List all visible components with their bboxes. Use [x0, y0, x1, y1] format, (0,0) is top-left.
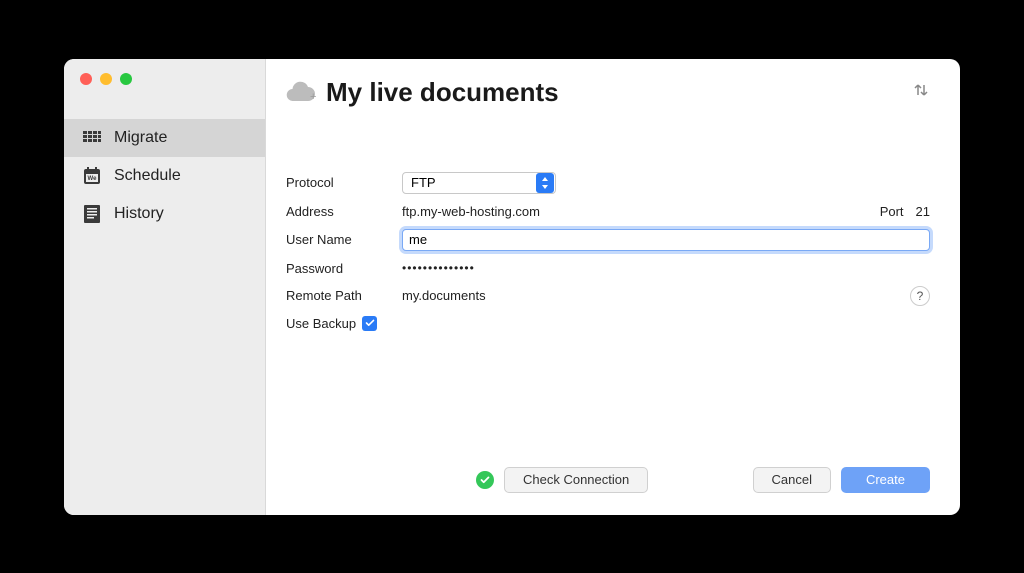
remote-path-row: Remote Path my.documents ? — [286, 286, 930, 306]
username-row: User Name — [286, 229, 930, 251]
protocol-value: FTP — [403, 175, 535, 190]
svg-text:+: + — [310, 91, 316, 101]
close-window-button[interactable] — [80, 73, 92, 85]
sidebar-item-schedule[interactable]: We Schedule — [64, 157, 265, 195]
list-icon — [82, 205, 102, 223]
page-title: My live documents — [326, 77, 902, 108]
use-backup-row: Use Backup — [286, 316, 930, 331]
address-row: Address ftp.my-web-hosting.com Port 21 — [286, 204, 930, 219]
window-controls — [64, 73, 265, 119]
protocol-row: Protocol FTP — [286, 172, 930, 194]
password-row: Password •••••••••••••• — [286, 261, 930, 276]
address-label: Address — [286, 204, 402, 219]
password-label: Password — [286, 261, 402, 276]
grid-icon — [82, 129, 102, 147]
username-input[interactable] — [402, 229, 930, 251]
status-ok-icon — [476, 471, 494, 489]
create-button[interactable]: Create — [841, 467, 930, 493]
protocol-select[interactable]: FTP — [402, 172, 556, 194]
transfer-icon[interactable] — [912, 81, 930, 104]
port-value[interactable]: 21 — [916, 204, 930, 219]
header: + My live documents — [286, 77, 930, 108]
sidebar-item-label: History — [114, 205, 164, 223]
minimize-window-button[interactable] — [100, 73, 112, 85]
cloud-icon: + — [286, 79, 316, 106]
connection-form: Protocol FTP Address ftp.my-web-hosting.… — [286, 172, 930, 331]
port-label: Port — [880, 204, 904, 219]
sidebar: Migrate We Schedule History — [64, 59, 266, 515]
app-window: Migrate We Schedule History + My live do… — [64, 59, 960, 515]
use-backup-toggle[interactable]: Use Backup — [286, 316, 377, 331]
footer: Check Connection Cancel Create — [286, 467, 930, 515]
address-value[interactable]: ftp.my-web-hosting.com — [402, 204, 540, 219]
protocol-label: Protocol — [286, 175, 402, 190]
select-arrows-icon — [536, 173, 554, 193]
checkbox-checked-icon — [362, 316, 377, 331]
remote-path-label: Remote Path — [286, 288, 402, 303]
cancel-button[interactable]: Cancel — [753, 467, 831, 493]
fullscreen-window-button[interactable] — [120, 73, 132, 85]
sidebar-item-label: Migrate — [114, 129, 167, 147]
main-panel: + My live documents Protocol FTP Address… — [266, 59, 960, 515]
check-connection-button[interactable]: Check Connection — [504, 467, 648, 493]
password-value[interactable]: •••••••••••••• — [402, 261, 475, 275]
sidebar-item-migrate[interactable]: Migrate — [64, 119, 265, 157]
sidebar-item-history[interactable]: History — [64, 195, 265, 233]
use-backup-label: Use Backup — [286, 316, 356, 331]
help-button[interactable]: ? — [910, 286, 930, 306]
port-section: Port 21 — [880, 204, 930, 219]
svg-text:We: We — [88, 176, 98, 182]
username-label: User Name — [286, 232, 402, 247]
sidebar-item-label: Schedule — [114, 167, 181, 185]
calendar-icon: We — [82, 167, 102, 185]
remote-path-value[interactable]: my.documents — [402, 288, 486, 303]
